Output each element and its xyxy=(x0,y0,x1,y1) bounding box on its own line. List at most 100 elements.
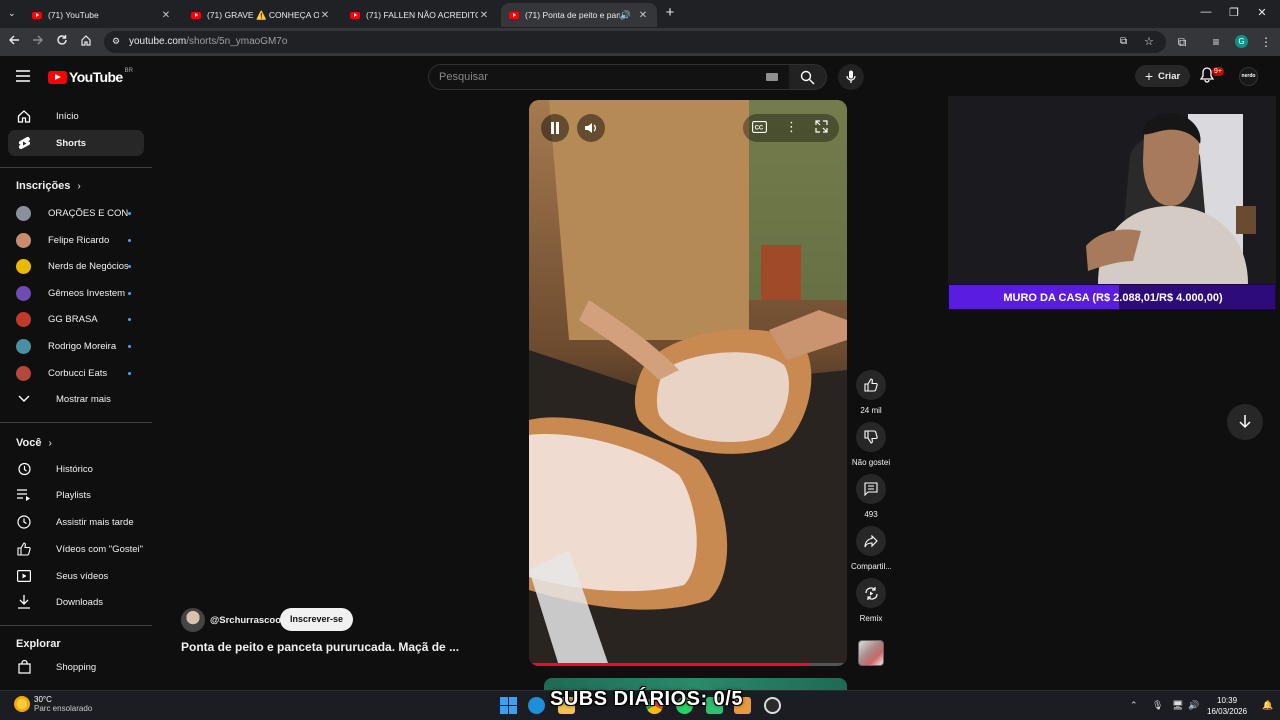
subscribe-button[interactable]: Inscrever-se xyxy=(280,608,353,631)
account-avatar[interactable]: nerdo xyxy=(1239,67,1258,86)
dislike-button[interactable] xyxy=(856,422,886,452)
sidebar-show-more[interactable]: Mostrar mais xyxy=(8,386,144,412)
pause-button[interactable] xyxy=(541,114,569,142)
sidebar-item-label: Playlists xyxy=(56,489,91,501)
voice-search-button[interactable] xyxy=(838,64,864,90)
share-button[interactable] xyxy=(856,526,886,556)
back-icon[interactable] xyxy=(6,34,22,50)
notification-center-icon[interactable]: 🔔 xyxy=(1262,700,1273,711)
tray-network-icon[interactable]: 🖥 xyxy=(1172,700,1183,711)
weather-widget[interactable]: 30°C Parc ensolarado xyxy=(14,695,92,713)
channel-avatar xyxy=(16,338,31,354)
sidebar-item-playlists[interactable]: Playlists xyxy=(8,482,144,508)
sidebar-item-downloads[interactable]: Downloads xyxy=(8,589,144,615)
browser-tab-2[interactable]: (71) GRAVE ⚠️ CONHEÇA O CAMINHO ✕ xyxy=(183,3,339,27)
close-window-button[interactable]: ✕ xyxy=(1252,6,1272,19)
youtube-logo[interactable]: YouTube BR xyxy=(48,68,133,85)
microphone-icon xyxy=(846,70,856,83)
sidebar-item-subscription[interactable]: ORAÇÕES E CONSAG... xyxy=(8,200,144,226)
chevron-right-icon: › xyxy=(77,180,81,192)
tray-volume-icon[interactable]: 🔊 xyxy=(1188,700,1199,711)
sidebar-item-label: Corbucci Eats xyxy=(48,367,108,379)
comments-button[interactable] xyxy=(856,474,886,504)
next-short-button[interactable] xyxy=(1227,404,1263,440)
short-title[interactable]: Ponta de peito e panceta pururucada. Maç… xyxy=(181,640,481,654)
tray-overflow-icon[interactable]: ⌃ xyxy=(1130,700,1138,711)
reload-icon[interactable] xyxy=(54,34,70,50)
browser-tab-1[interactable]: (71) YouTube ✕ xyxy=(24,3,180,27)
sidebar-item-history[interactable]: Histórico xyxy=(8,456,144,482)
captions-button[interactable]: CC xyxy=(752,120,768,134)
you-heading[interactable]: Você › xyxy=(16,437,52,449)
profile-avatar[interactable]: G xyxy=(1235,35,1248,48)
address-bar[interactable]: ⚙ youtube.com/shorts/5n_ymaoGM7o ⧉ ☆ xyxy=(104,31,1166,53)
close-tab-icon[interactable]: ✕ xyxy=(319,10,331,21)
sidebar-item-subscription[interactable]: Gêmeos Investem xyxy=(8,280,144,306)
sidebar-item-home[interactable]: Início xyxy=(8,103,144,129)
country-code: BR xyxy=(124,68,133,74)
subscriptions-heading[interactable]: Inscrições › xyxy=(16,180,81,192)
tab-list-button[interactable]: ⌄ xyxy=(8,8,16,19)
taskbar-clock[interactable]: 10:39 16/03/2026 xyxy=(1207,695,1247,717)
chevron-right-icon: › xyxy=(48,437,52,449)
sound-thumbnail[interactable] xyxy=(858,640,884,666)
sidebar-item-shopping[interactable]: Shopping xyxy=(8,654,144,680)
sidebar-divider xyxy=(0,625,152,626)
sidebar-item-subscription[interactable]: Nerds de Negócios xyxy=(8,253,144,279)
taskbar-app-obs[interactable] xyxy=(764,697,781,714)
sidebar-item-shorts[interactable]: Shorts xyxy=(8,130,144,156)
channel-name-link[interactable]: @Srchurrascoo xyxy=(210,615,281,626)
sidebar-item-subscription[interactable]: Corbucci Eats xyxy=(8,360,144,386)
site-info-icon[interactable]: ⚙ xyxy=(112,36,120,47)
like-button[interactable] xyxy=(856,370,886,400)
close-tab-icon[interactable]: ✕ xyxy=(637,10,649,21)
explore-title: Explorar xyxy=(16,638,61,650)
remix-button[interactable] xyxy=(856,578,886,608)
url-text: youtube.com/shorts/5n_ymaoGM7o xyxy=(129,36,287,47)
search-input[interactable] xyxy=(439,65,759,89)
minimize-button[interactable]: — xyxy=(1196,6,1216,18)
channel-avatar[interactable] xyxy=(181,608,205,632)
search-button[interactable] xyxy=(789,64,827,90)
keyboard-icon[interactable] xyxy=(766,73,778,81)
tab-title: (71) YouTube xyxy=(48,10,99,20)
tab-title: (71) FALLEN NÃO ACREDITOU NO QUE xyxy=(366,10,478,20)
sidebar-divider xyxy=(0,167,152,168)
maximize-button[interactable]: ❐ xyxy=(1224,6,1244,19)
start-button[interactable] xyxy=(500,697,517,714)
video-progress-bar[interactable] xyxy=(529,663,847,666)
home-icon[interactable] xyxy=(78,34,94,50)
extensions-icon[interactable]: ⧉ xyxy=(1174,34,1190,50)
sidebar-item-your-videos[interactable]: Seus vídeos xyxy=(8,563,144,589)
install-app-icon[interactable]: ⧉ xyxy=(1120,36,1127,47)
arrow-down-icon xyxy=(1239,415,1251,429)
bookmark-star-icon[interactable]: ☆ xyxy=(1144,35,1154,48)
sidebar-item-watch-later[interactable]: Assistir mais tarde xyxy=(8,509,144,535)
taskbar-app-edge[interactable] xyxy=(528,697,545,714)
chrome-menu-icon[interactable]: ⋮ xyxy=(1258,34,1274,50)
sidebar-item-subscription[interactable]: GG BRASA xyxy=(8,306,144,332)
like-action: 24 mil xyxy=(851,370,891,415)
browser-tab-3[interactable]: (71) FALLEN NÃO ACREDITOU NO QUE ✕ xyxy=(342,3,498,27)
media-controls-icon[interactable]: ≡ xyxy=(1208,34,1224,50)
sidebar-item-liked-videos[interactable]: Vídeos com "Gostei" xyxy=(8,536,144,562)
volume-button[interactable] xyxy=(577,114,605,142)
more-options-button[interactable]: ⋮ xyxy=(785,119,798,135)
shorts-video-player[interactable]: CC ⋮ xyxy=(529,100,847,666)
browser-tab-strip: ⌄ (71) YouTube ✕ (71) GRAVE ⚠️ CONHEÇA O… xyxy=(0,0,1280,28)
sidebar-item-subscription[interactable]: Felipe Ricardo xyxy=(8,227,144,253)
guide-menu-icon[interactable] xyxy=(16,69,32,83)
tray-mic-icon[interactable]: 🎙 xyxy=(1152,700,1163,711)
tab-title: (71) Ponta de peito e panceta xyxy=(525,10,620,20)
fullscreen-button[interactable] xyxy=(815,120,829,134)
close-tab-icon[interactable]: ✕ xyxy=(160,10,172,21)
sidebar-item-subscription[interactable]: Rodrigo Moreira xyxy=(8,333,144,359)
browser-toolbar: ⚙ youtube.com/shorts/5n_ymaoGM7o ⧉ ☆ ⧉ ≡… xyxy=(0,28,1280,56)
sidebar-item-label: Gêmeos Investem xyxy=(48,287,126,299)
forward-icon[interactable] xyxy=(30,34,46,50)
tab-audio-icon[interactable]: 🔊 xyxy=(620,10,631,21)
new-tab-button[interactable]: + xyxy=(662,5,678,22)
create-button[interactable]: + Criar xyxy=(1135,65,1190,87)
browser-tab-4-active[interactable]: (71) Ponta de peito e panceta 🔊 ✕ xyxy=(501,3,657,27)
close-tab-icon[interactable]: ✕ xyxy=(478,10,490,21)
